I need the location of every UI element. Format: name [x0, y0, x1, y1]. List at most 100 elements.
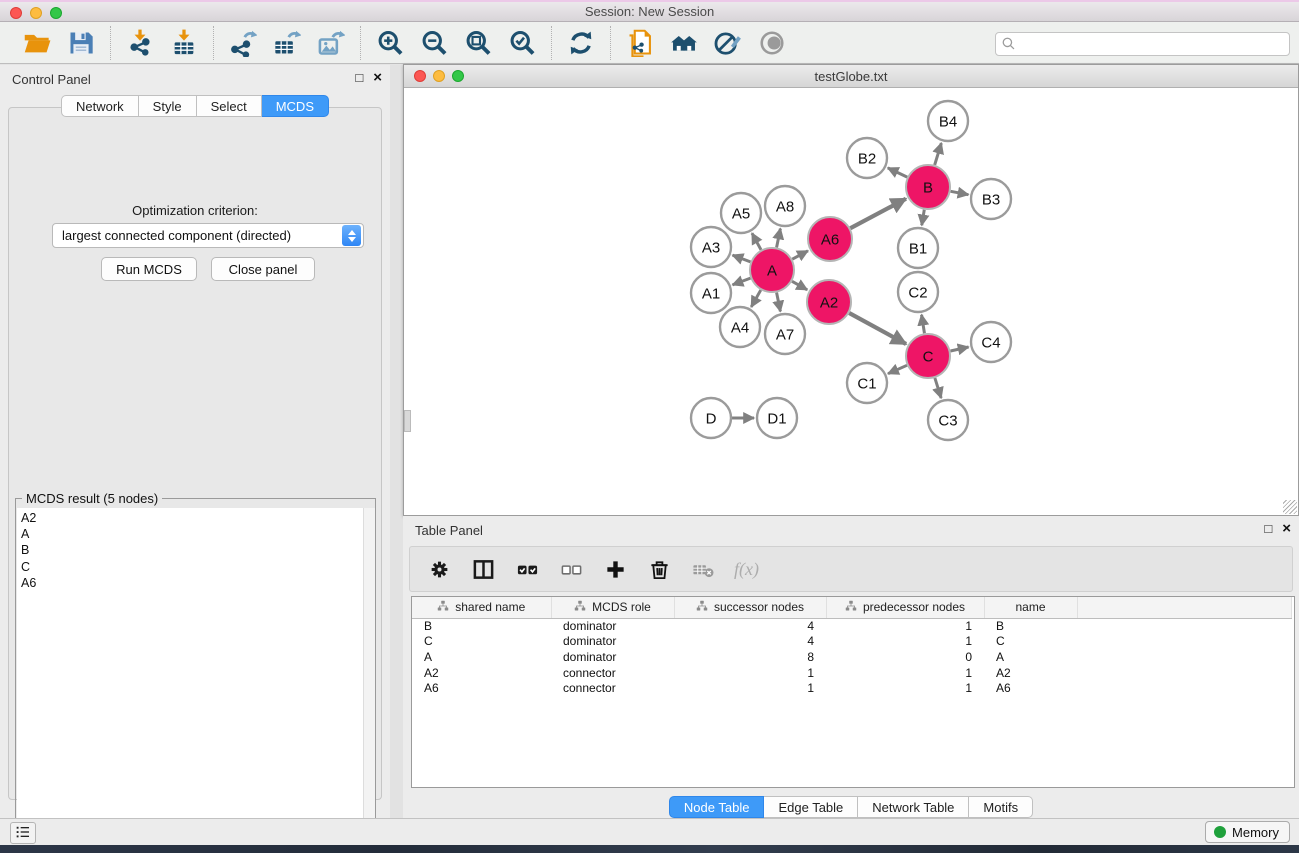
tab-select[interactable]: Select	[197, 95, 262, 117]
graph-edge-C-C3[interactable]	[935, 378, 941, 398]
tab-node-table[interactable]: Node Table	[669, 796, 765, 818]
table-cell[interactable]: 1	[826, 634, 984, 650]
tab-style[interactable]: Style	[139, 95, 197, 117]
graph-node-D1[interactable]: D1	[757, 398, 797, 438]
graph-node-A7[interactable]: A7	[765, 314, 805, 354]
tab-motifs[interactable]: Motifs	[969, 796, 1033, 818]
resize-grip-icon[interactable]	[1283, 500, 1297, 514]
search-input[interactable]	[995, 32, 1290, 56]
graph-node-C2[interactable]: C2	[898, 272, 938, 312]
task-history-button[interactable]	[10, 822, 36, 844]
table-cell[interactable]: dominator	[551, 618, 674, 634]
graph-node-B2[interactable]: B2	[847, 138, 887, 178]
graph-edge-A-A8[interactable]	[777, 229, 781, 248]
graph-node-C4[interactable]: C4	[971, 322, 1011, 362]
tab-mcds[interactable]: MCDS	[262, 95, 329, 117]
table-cell[interactable]: dominator	[551, 649, 674, 665]
table-cell[interactable]: 1	[826, 618, 984, 634]
tab-edge-table[interactable]: Edge Table	[764, 796, 858, 818]
graph-node-A2[interactable]: A2	[807, 280, 851, 324]
graph-edge-B-B2[interactable]	[888, 168, 907, 177]
graph-edge-B-B4[interactable]	[935, 143, 942, 165]
graph-edge-A-A7[interactable]	[777, 293, 781, 312]
graph-node-C1[interactable]: C1	[847, 363, 887, 403]
graph-node-B1[interactable]: B1	[898, 228, 938, 268]
mcds-result-item[interactable]: A2	[17, 510, 363, 526]
tab-network[interactable]: Network	[61, 95, 139, 117]
deselect-all-icon[interactable]	[558, 556, 584, 582]
table-cell[interactable]: A6	[984, 680, 1077, 696]
table-cell[interactable]: A	[984, 649, 1077, 665]
graph-node-A5[interactable]: A5	[721, 193, 761, 233]
zoom-out-icon[interactable]	[417, 27, 451, 59]
float-table-panel-icon[interactable]: □	[1264, 522, 1272, 535]
close-view-button[interactable]	[414, 70, 426, 82]
graph-node-D[interactable]: D	[691, 398, 731, 438]
table-row[interactable]: A2connector11A2	[412, 665, 1292, 681]
home-icon[interactable]	[667, 27, 701, 59]
zoom-selected-icon[interactable]	[505, 27, 539, 59]
graph-edge-A-A4[interactable]	[751, 290, 760, 307]
import-table-icon[interactable]	[167, 27, 201, 59]
graph-edge-B-B1[interactable]	[922, 210, 925, 226]
close-window-button[interactable]	[10, 7, 22, 19]
column-header-mcds-role[interactable]: MCDS role	[551, 597, 674, 618]
dropdown-stepper-icon[interactable]	[342, 225, 361, 246]
maximize-view-button[interactable]	[452, 70, 464, 82]
table-cell[interactable]: B	[984, 618, 1077, 634]
show-annotations-icon[interactable]	[755, 27, 789, 59]
hide-annotations-icon[interactable]	[711, 27, 745, 59]
run-mcds-button[interactable]: Run MCDS	[101, 257, 197, 281]
graph-edge-C-C2[interactable]	[922, 315, 925, 334]
graph-node-A[interactable]: A	[750, 248, 794, 292]
function-icon[interactable]: f(x)	[734, 556, 759, 582]
graph-edge-A6-B[interactable]	[850, 199, 906, 229]
table-cell[interactable]: C	[984, 634, 1077, 650]
graph-node-B[interactable]: B	[906, 165, 950, 209]
table-row[interactable]: A6connector11A6	[412, 680, 1292, 696]
graph-edge-B-B3[interactable]	[951, 191, 969, 194]
graph-node-A6[interactable]: A6	[808, 217, 852, 261]
table-row[interactable]: Cdominator41C	[412, 634, 1292, 650]
table-cell[interactable]: 1	[826, 680, 984, 696]
tab-network-table[interactable]: Network Table	[858, 796, 969, 818]
table-cell[interactable]: 0	[826, 649, 984, 665]
column-header-shared-name[interactable]: shared name	[412, 597, 551, 618]
minimize-window-button[interactable]	[30, 7, 42, 19]
graph-node-B4[interactable]: B4	[928, 101, 968, 141]
table-cell[interactable]: A2	[984, 665, 1077, 681]
graph-node-A3[interactable]: A3	[691, 227, 731, 267]
table-cell[interactable]: connector	[551, 680, 674, 696]
export-image-icon[interactable]	[314, 27, 348, 59]
table-cell[interactable]: A	[412, 649, 551, 665]
graph-node-A4[interactable]: A4	[720, 307, 760, 347]
table-cell[interactable]: B	[412, 618, 551, 634]
table-cell[interactable]: 4	[674, 634, 826, 650]
zoom-fit-icon[interactable]	[461, 27, 495, 59]
graph-node-B3[interactable]: B3	[971, 179, 1011, 219]
network-file-icon[interactable]	[623, 27, 657, 59]
table-cell[interactable]: A6	[412, 680, 551, 696]
graph-node-C[interactable]: C	[906, 334, 950, 378]
table-cell[interactable]: 1	[826, 665, 984, 681]
network-canvas[interactable]: B4B2BB3A8A5A6A3B1AC2A1A2A4A7C4CC1DD1C3	[405, 89, 1297, 515]
select-all-icon[interactable]	[514, 556, 540, 582]
optimization-criterion-dropdown[interactable]: largest connected component (directed)	[52, 223, 364, 248]
column-header-predecessor-nodes[interactable]: predecessor nodes	[826, 597, 984, 618]
graph-node-A1[interactable]: A1	[691, 273, 731, 313]
mcds-result-item[interactable]: A6	[17, 575, 363, 591]
graph-edge-A-A3[interactable]	[733, 255, 751, 262]
mcds-result-item[interactable]: B	[17, 542, 363, 558]
graph-edge-A-A5[interactable]	[752, 233, 761, 250]
graph-node-A8[interactable]: A8	[765, 186, 805, 226]
graph-edge-C-C1[interactable]	[888, 365, 907, 373]
maximize-window-button[interactable]	[50, 7, 62, 19]
column-header-successor-nodes[interactable]: successor nodes	[674, 597, 826, 618]
close-table-panel-icon[interactable]: ×	[1282, 521, 1291, 536]
export-network-icon[interactable]	[226, 27, 260, 59]
refresh-icon[interactable]	[564, 27, 598, 59]
navigator-handle[interactable]	[404, 410, 411, 432]
graph-edge-A-A6[interactable]	[792, 251, 808, 259]
mcds-result-item[interactable]: A	[17, 526, 363, 542]
graph-edge-A2-C[interactable]	[849, 313, 906, 344]
